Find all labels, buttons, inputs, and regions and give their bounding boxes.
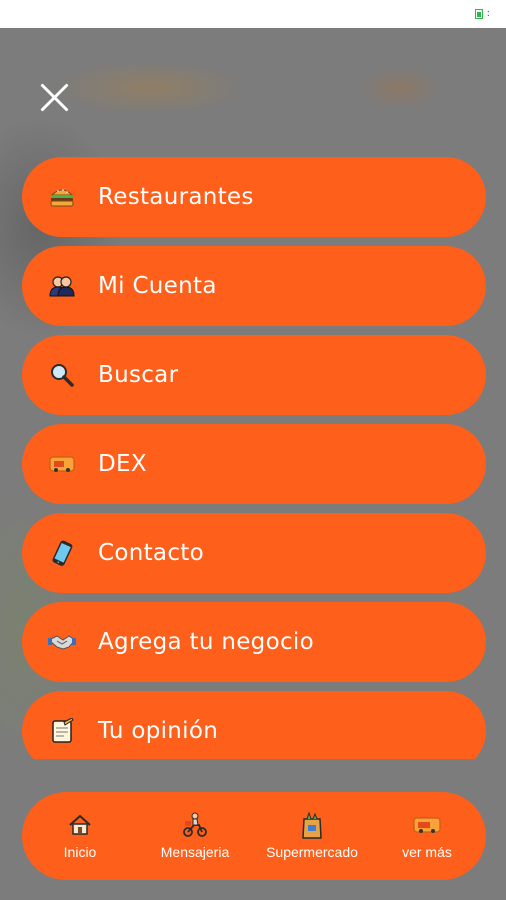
- menu-item-restaurantes[interactable]: Restaurantes: [22, 157, 486, 237]
- menu-item-dex[interactable]: DEX: [22, 424, 486, 504]
- delivery-scooter-icon: [181, 812, 209, 838]
- handshake-icon: [48, 628, 76, 656]
- nav-item-mensajeria[interactable]: Mensajeria: [150, 792, 240, 880]
- close-button[interactable]: [34, 78, 74, 118]
- menu-item-label: Mi Cuenta: [98, 273, 217, 299]
- nav-item-inicio[interactable]: Inicio: [40, 792, 120, 880]
- user-account-icon: [48, 272, 76, 300]
- menu-item-label: Tu opinión: [98, 718, 219, 744]
- magnifier-icon: [48, 361, 76, 389]
- status-bar: :: [0, 0, 506, 28]
- phone-icon: [48, 539, 76, 567]
- burger-icon: [48, 183, 76, 211]
- delivery-truck-icon: [48, 450, 76, 478]
- menu-item-label: DEX: [98, 451, 147, 477]
- menu-item-buscar[interactable]: Buscar: [22, 335, 486, 415]
- menu-item-agrega-tu-negocio[interactable]: Agrega tu negocio: [22, 602, 486, 682]
- delivery-truck-icon: [413, 812, 441, 838]
- menu-item-label: Buscar: [98, 362, 179, 388]
- side-menu: Restaurantes Mi Cuenta Buscar DEX Contac…: [22, 157, 486, 759]
- more-status-icon: :: [486, 8, 490, 19]
- grocery-bag-icon: [301, 811, 323, 839]
- home-icon: [69, 812, 91, 838]
- nav-label: Mensajeria: [160, 844, 230, 860]
- nav-label: Inicio: [63, 844, 97, 860]
- notepad-icon: [48, 717, 76, 745]
- nav-item-ver-mas[interactable]: ver más: [390, 792, 464, 880]
- battery-icon: [474, 9, 483, 19]
- bottom-navigation: Inicio Mensajeria Supermercado ver más: [22, 792, 486, 880]
- menu-item-mi-cuenta[interactable]: Mi Cuenta: [22, 246, 486, 326]
- menu-item-label: Restaurantes: [98, 184, 254, 210]
- menu-item-contacto[interactable]: Contacto: [22, 513, 486, 593]
- nav-item-supermercado[interactable]: Supermercado: [258, 792, 366, 880]
- nav-label: ver más: [402, 844, 452, 860]
- menu-item-tu-opinion[interactable]: Tu opinión: [22, 691, 486, 759]
- menu-item-label: Contacto: [98, 540, 204, 566]
- nav-label: Supermercado: [266, 844, 358, 860]
- menu-item-label: Agrega tu negocio: [98, 629, 314, 655]
